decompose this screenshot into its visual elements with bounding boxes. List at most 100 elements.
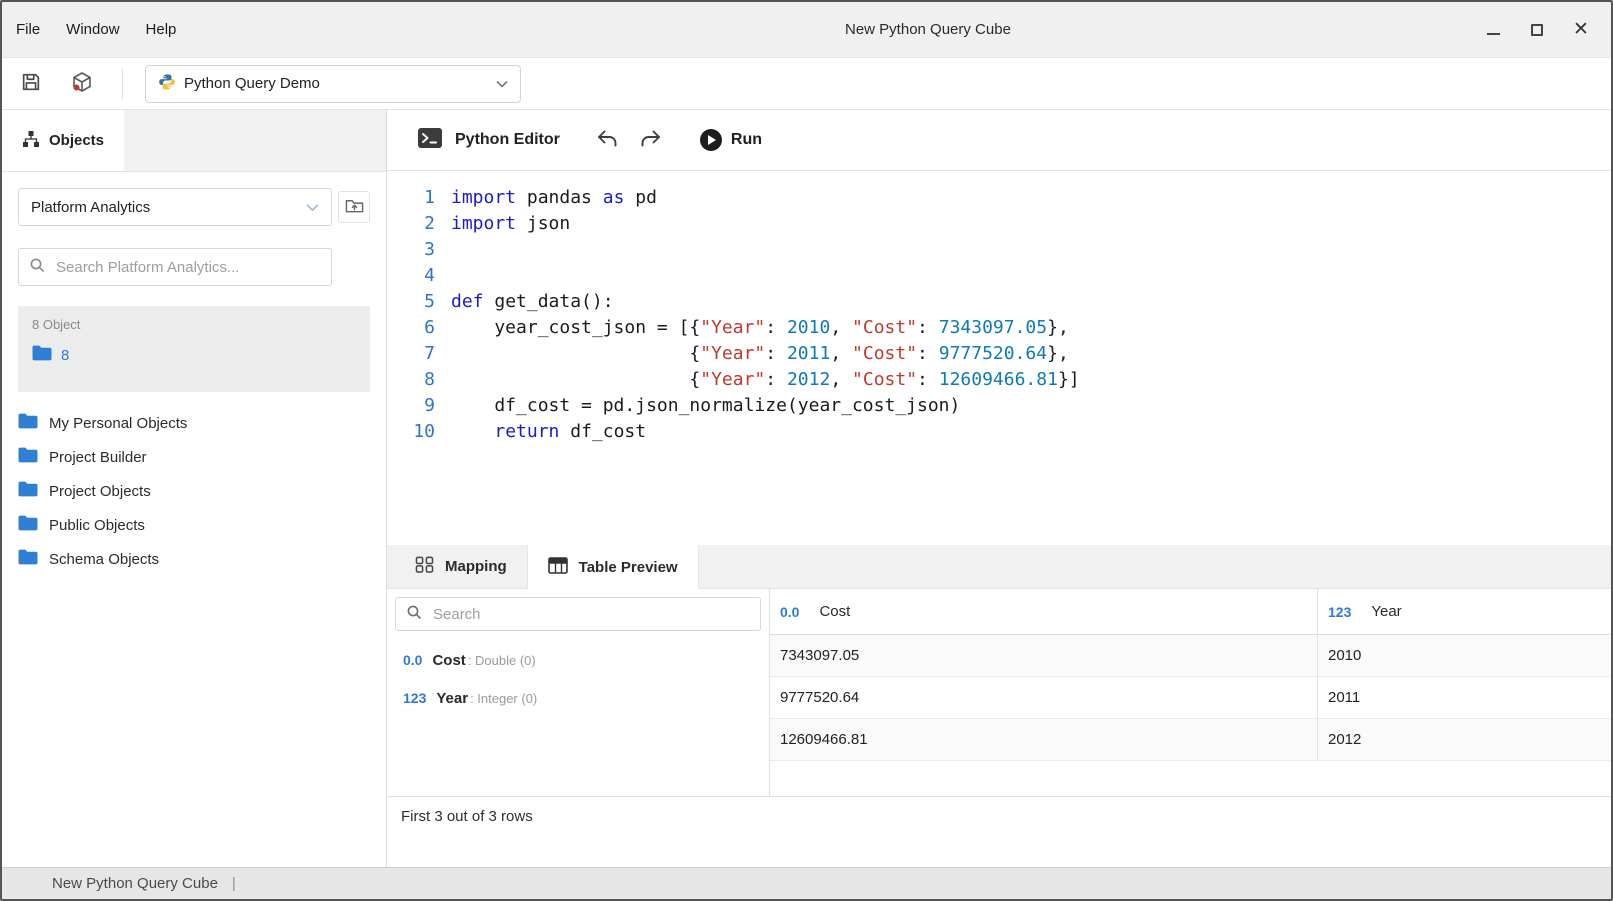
sidebar-tabstrip: Objects <box>2 110 386 172</box>
table-row[interactable]: 7343097.052010 <box>770 635 1611 677</box>
table-cell: 9777520.64 <box>770 677 1317 718</box>
menu-window[interactable]: Window <box>66 21 119 38</box>
bottom-panel: Mapping Table Preview <box>387 545 1611 867</box>
folder-label: Project Objects <box>49 483 151 500</box>
line-number: 10 <box>387 419 435 445</box>
preview-table: 0.0 Cost 123Year 7343097.0520109777520.642… <box>770 589 1611 796</box>
maximize-button[interactable] <box>1515 2 1559 57</box>
line-number: 2 <box>387 211 435 237</box>
tab-table-preview[interactable]: Table Preview <box>527 545 699 589</box>
query-selector-value: Python Query Demo <box>184 75 320 92</box>
table-header: 0.0 Cost 123Year <box>770 589 1611 635</box>
code-line[interactable]: {"Year": 2011, "Cost": 9777520.64}, <box>451 341 1080 367</box>
tab-objects[interactable]: Objects <box>2 110 124 171</box>
close-icon: ✕ <box>1573 20 1589 39</box>
tab-mapping-label: Mapping <box>445 558 507 575</box>
undo-icon <box>594 127 620 154</box>
titlebar: File Window Help New Python Query Cube ✕ <box>2 2 1611 58</box>
table-cell: 2012 <box>1317 719 1611 760</box>
undo-button[interactable] <box>594 127 620 154</box>
code-line[interactable]: import json <box>451 211 1080 237</box>
redo-icon <box>638 127 664 154</box>
code-line[interactable]: year_cost_json = [{"Year": 2010, "Cost":… <box>451 315 1080 341</box>
code-line[interactable]: return df_cost <box>451 419 1080 445</box>
play-icon <box>700 129 722 151</box>
sidebar-folder-item[interactable]: Schema Objects <box>18 542 370 576</box>
search-icon <box>406 604 422 625</box>
python-logo-icon <box>158 73 176 95</box>
fields-pane: 0.0 Cost : Double (0) 123 Year : Integer… <box>387 589 770 796</box>
source-dropdown-value: Platform Analytics <box>31 199 150 216</box>
sidebar-search-input[interactable] <box>54 258 321 277</box>
save-button[interactable] <box>20 71 42 96</box>
code-line[interactable] <box>451 237 1080 263</box>
folder-label: My Personal Objects <box>49 415 187 432</box>
sidebar-search <box>18 248 332 286</box>
window-controls: ✕ <box>1471 2 1611 57</box>
code-line[interactable]: import pandas as pd <box>451 185 1080 211</box>
sidebar-body: Platform Analytics <box>2 172 386 576</box>
objects-icon <box>22 130 40 152</box>
close-button[interactable]: ✕ <box>1559 2 1603 57</box>
table-rows: 7343097.0520109777520.64201112609466.812… <box>770 635 1611 761</box>
table-cell: 7343097.05 <box>770 635 1317 676</box>
column-name: Cost <box>819 603 850 620</box>
sidebar-folder-item[interactable]: Public Objects <box>18 508 370 542</box>
folder-label: Project Builder <box>49 449 147 466</box>
column-header[interactable]: 0.0 Cost <box>770 589 1317 634</box>
menubar: File Window Help <box>2 21 176 38</box>
table-cell: 2011 <box>1317 677 1611 718</box>
fields-search <box>395 597 761 631</box>
field-meta: : Integer (0) <box>470 691 537 706</box>
sidebar-folder-item[interactable]: Project Builder <box>18 440 370 474</box>
editor-header: Python Editor <box>387 110 1611 171</box>
query-selector-dropdown[interactable]: Python Query Demo <box>145 65 521 103</box>
folder-label: Public Objects <box>49 517 145 534</box>
save-icon <box>20 71 42 96</box>
table-row[interactable]: 12609466.812012 <box>770 719 1611 761</box>
mapping-icon <box>415 556 434 577</box>
sidebar-folder-item[interactable]: My Personal Objects <box>18 406 370 440</box>
field-type-badge: 0.0 <box>403 652 422 668</box>
field-meta: : Double (0) <box>468 653 536 668</box>
run-button[interactable]: Run <box>694 128 768 152</box>
field-item[interactable]: 123 Year : Integer (0) <box>395 690 761 707</box>
tab-mapping[interactable]: Mapping <box>395 545 527 588</box>
code-line[interactable]: df_cost = pd.json_normalize(year_cost_js… <box>451 393 1080 419</box>
publish-cube-button[interactable] <box>70 70 94 97</box>
statusbar-title: New Python Query Cube <box>52 875 218 892</box>
code-line[interactable]: def get_data(): <box>451 289 1080 315</box>
column-type-badge: 123 <box>1328 604 1351 620</box>
minimize-button[interactable] <box>1471 2 1515 57</box>
fields-search-input[interactable] <box>431 605 750 624</box>
sidebar-folder-item[interactable]: Project Objects <box>18 474 370 508</box>
column-header[interactable]: 123Year <box>1317 589 1611 634</box>
code-line[interactable] <box>451 263 1080 289</box>
object-folder-count-label: 8 <box>61 347 69 364</box>
tab-objects-label: Objects <box>49 132 104 149</box>
code-line[interactable]: {"Year": 2012, "Cost": 12609466.81}] <box>451 367 1080 393</box>
row-count-status: First 3 out of 3 rows <box>401 808 533 825</box>
field-name: Year <box>436 690 468 707</box>
object-count-panel: 8 Object 8 <box>18 306 370 392</box>
table-cell: 12609466.81 <box>770 719 1317 760</box>
line-number: 1 <box>387 185 435 211</box>
field-list: 0.0 Cost : Double (0) 123 Year : Integer… <box>395 652 761 707</box>
table-cell: 2010 <box>1317 635 1611 676</box>
object-count-label: 8 Object <box>32 317 356 332</box>
column-type-badge: 0.0 <box>780 604 799 620</box>
source-dropdown[interactable]: Platform Analytics <box>18 188 332 226</box>
menu-file[interactable]: File <box>16 21 40 38</box>
chevron-down-icon <box>496 80 508 88</box>
redo-button[interactable] <box>638 127 664 154</box>
menu-help[interactable]: Help <box>146 21 177 38</box>
table-row[interactable]: 9777520.642011 <box>770 677 1611 719</box>
gutter: 12345678910 <box>387 185 435 545</box>
code-editor[interactable]: 12345678910 import pandas as pdimport js… <box>387 171 1611 545</box>
object-count-folder[interactable]: 8 <box>32 345 356 365</box>
tab-table-preview-label: Table Preview <box>579 559 678 576</box>
chevron-down-icon <box>306 199 319 216</box>
browse-folder-up-button[interactable] <box>338 191 370 223</box>
field-item[interactable]: 0.0 Cost : Double (0) <box>395 652 761 669</box>
line-number: 5 <box>387 289 435 315</box>
